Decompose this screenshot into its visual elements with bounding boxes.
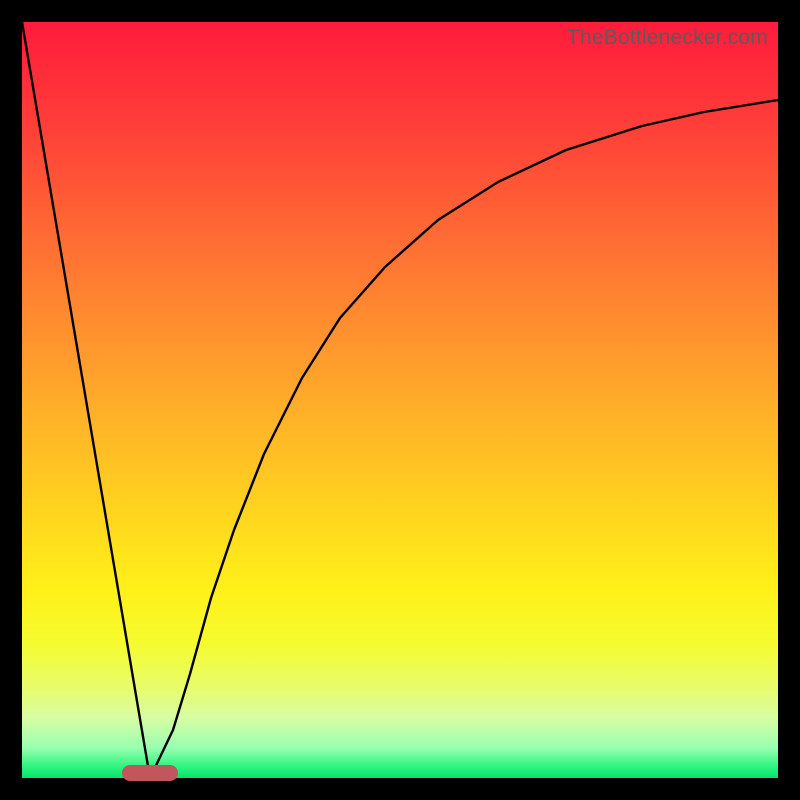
chart-frame: TheBottlenecker.com	[0, 0, 800, 800]
bottleneck-marker	[122, 765, 178, 781]
chart-plot-area: TheBottlenecker.com	[22, 22, 778, 778]
bottleneck-curve	[22, 22, 778, 778]
curve-path	[22, 22, 778, 778]
